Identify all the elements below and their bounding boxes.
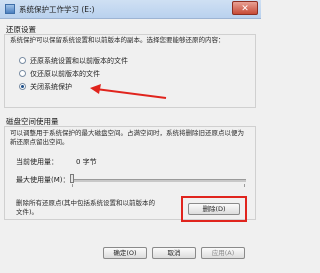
cancel-button[interactable]: 取消 bbox=[152, 247, 196, 259]
red-highlight-box bbox=[181, 196, 247, 222]
max-usage-slider-track[interactable] bbox=[70, 179, 246, 182]
delete-description: 删除所有还原点(其中包括系统设置和以前版本的文件)。 bbox=[16, 199, 156, 216]
ok-button[interactable]: 确定(O) bbox=[103, 247, 147, 259]
disk-usage-description: 可以调整用于系统保护的最大磁盘空间。占满空间时，系统将删除旧还原点以便为新还原点… bbox=[10, 129, 244, 146]
max-usage-slider-thumb[interactable] bbox=[70, 174, 74, 183]
current-usage-value: 0 字节 bbox=[76, 158, 97, 166]
slider-tick bbox=[72, 184, 73, 187]
max-usage-label: 最大使用量(M)： bbox=[16, 176, 70, 184]
slider-tick bbox=[244, 184, 245, 187]
apply-button[interactable]: 应用(A) bbox=[201, 247, 245, 259]
current-usage-label: 当前使用量： bbox=[16, 158, 58, 166]
